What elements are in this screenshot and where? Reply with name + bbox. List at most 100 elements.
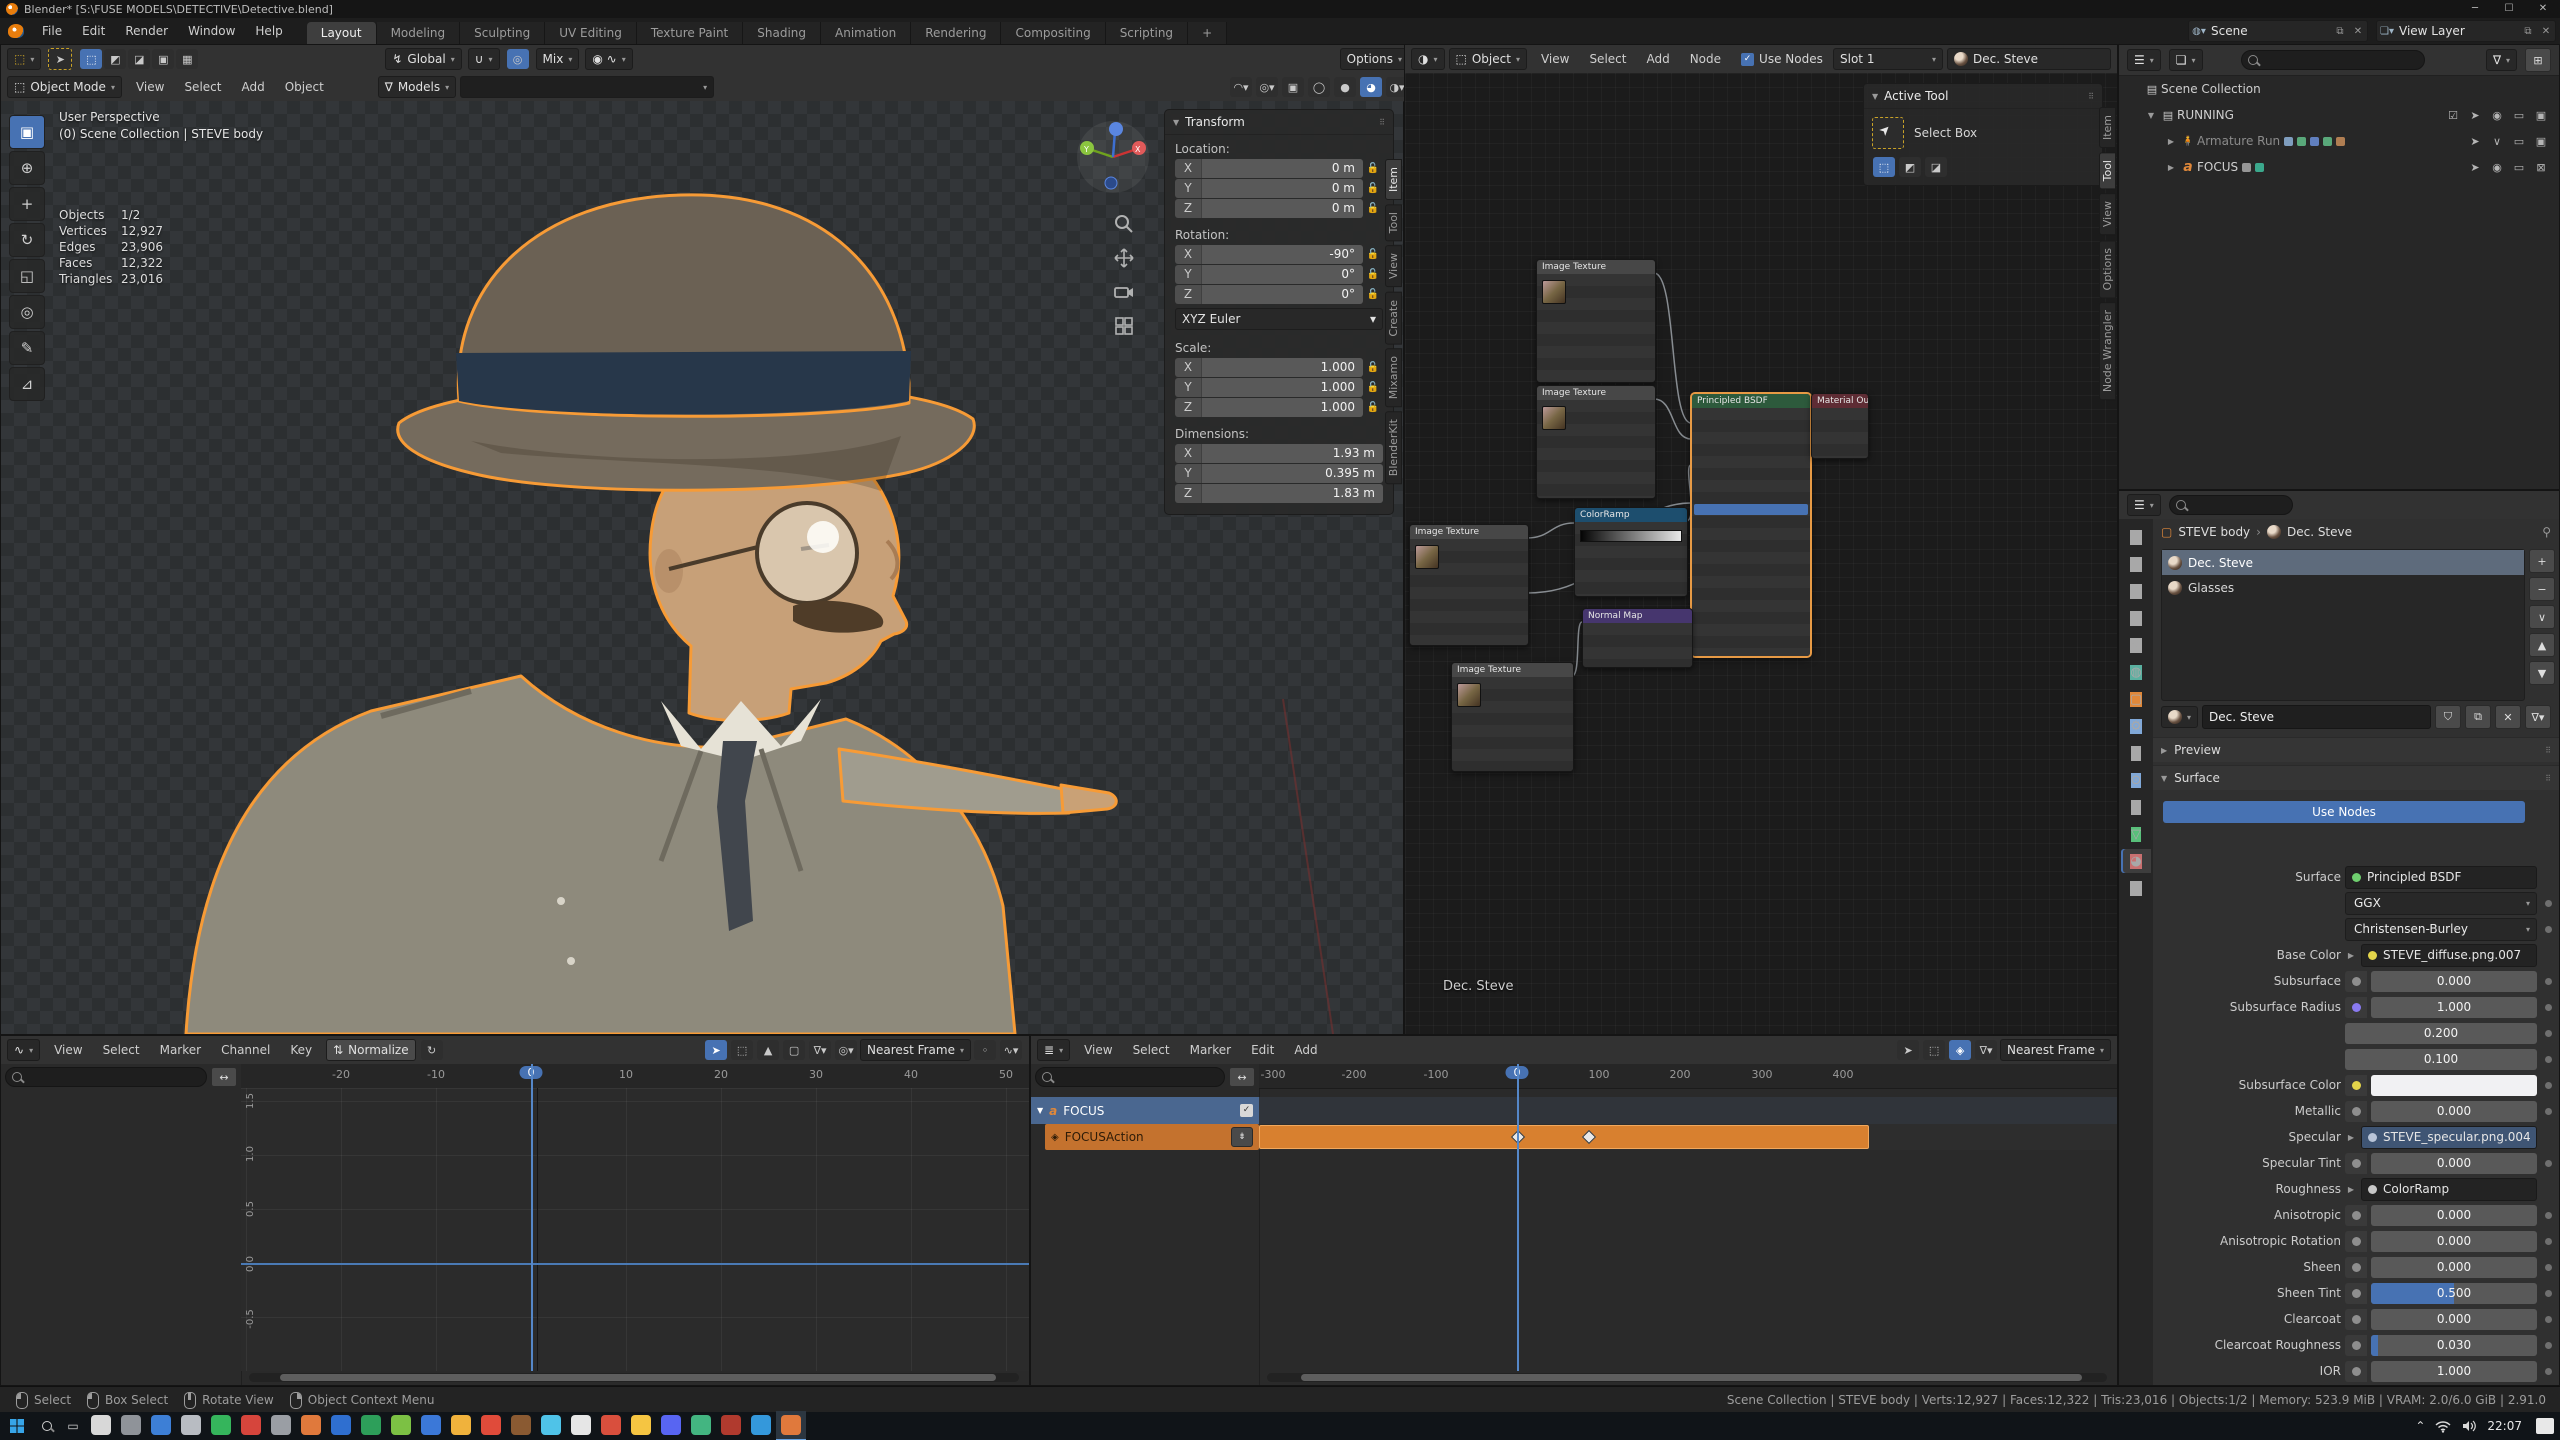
select-mode-new-icon[interactable]: ⬚ bbox=[80, 49, 103, 69]
shader-menu[interactable]: Add bbox=[1636, 48, 1679, 70]
graph-menu[interactable]: Marker bbox=[150, 1039, 211, 1061]
properties-tab-icon[interactable]: ◕ bbox=[2121, 849, 2151, 873]
outliner-toggle-icon[interactable]: ➤ bbox=[2467, 109, 2483, 122]
use-nodes-checkbox[interactable]: ✓ Use Nodes bbox=[1741, 52, 1823, 66]
normalize-button[interactable]: ⇅ Normalize bbox=[326, 1039, 416, 1061]
transform-value-field[interactable]: 0 m bbox=[1202, 199, 1363, 218]
expand-icon[interactable]: ▶ bbox=[2345, 1133, 2357, 1142]
push-down-icon[interactable]: ⇟ bbox=[1231, 1127, 1253, 1147]
unlink-scene-icon[interactable]: ✕ bbox=[2349, 26, 2367, 37]
channel-search[interactable] bbox=[5, 1067, 207, 1087]
taskbar-app-icon[interactable] bbox=[596, 1411, 626, 1440]
shader-node[interactable]: ColorRamp bbox=[1574, 507, 1688, 597]
property-value-field[interactable]: 0.000 ▾ bbox=[2371, 1256, 2537, 1278]
nla-ruler[interactable]: -300-200-1000100200300400 bbox=[1259, 1064, 2117, 1089]
unlock-icon[interactable]: 🔓 bbox=[1363, 289, 1383, 300]
shader-node[interactable]: Image Texture bbox=[1536, 385, 1656, 499]
options-dropdown[interactable]: Options ▾ bbox=[1339, 48, 1409, 70]
graph-menu[interactable]: Select bbox=[93, 1039, 150, 1061]
slot-action-button[interactable]: + bbox=[2529, 549, 2555, 573]
unlock-icon[interactable]: 🔓 bbox=[1363, 163, 1383, 174]
sidebar-tab[interactable]: Node Wrangler bbox=[2099, 301, 2116, 401]
input-socket[interactable] bbox=[2345, 1360, 2367, 1382]
copy-material-icon[interactable]: ⧉ bbox=[2465, 705, 2491, 729]
input-socket[interactable] bbox=[2345, 1204, 2367, 1226]
sidebar-tab[interactable]: BlenderKit bbox=[1385, 411, 1402, 485]
viewport-menu[interactable]: Add bbox=[231, 76, 274, 98]
property-value-field[interactable]: STEVE_diffuse.png.007 ▾ bbox=[2361, 943, 2537, 967]
graph-menu[interactable]: View bbox=[44, 1039, 92, 1061]
shader-menu[interactable]: Node bbox=[1680, 48, 1731, 70]
property-value-field[interactable]: Principled BSDF ▾ bbox=[2345, 865, 2537, 889]
taskbar-app-icon[interactable] bbox=[386, 1411, 416, 1440]
remove-view-layer-icon[interactable]: ✕ bbox=[2537, 26, 2555, 37]
select-cursor-icon[interactable]: ➤ bbox=[705, 1040, 728, 1060]
proportional-edit-icon[interactable]: ◎▾ bbox=[835, 1040, 858, 1060]
properties-tab-icon[interactable]: ▥ bbox=[2121, 579, 2151, 603]
workspace-tab[interactable]: Sculpting bbox=[460, 22, 546, 44]
shader-node[interactable]: Image Texture bbox=[1409, 524, 1529, 646]
properties-tab-icon[interactable]: ⊙ bbox=[2121, 768, 2151, 792]
pivot-icon[interactable]: ◦ bbox=[974, 1040, 996, 1060]
volume-icon[interactable] bbox=[2461, 1419, 2477, 1433]
outliner-row[interactable]: ▶ a FOCUS ➤ ◉ ▭ ⊠ bbox=[2119, 154, 2559, 180]
mode-dropdown[interactable]: ⬚ Object Mode ▾ bbox=[7, 76, 122, 98]
slot-action-button[interactable]: ∨ bbox=[2529, 605, 2555, 629]
transform-value-field[interactable]: 1.000 bbox=[1202, 378, 1363, 397]
collapse-icon[interactable]: ▼ bbox=[1173, 118, 1179, 127]
taskbar-app-icon[interactable] bbox=[446, 1411, 476, 1440]
viewport-tool-icon[interactable]: ⊕ bbox=[9, 151, 45, 185]
workspace-tab[interactable]: Rendering bbox=[911, 22, 1002, 44]
viewport-tool-icon[interactable]: + bbox=[9, 187, 45, 221]
scene-selector[interactable]: ◍▾ Scene ⧉ ✕ bbox=[2188, 20, 2368, 42]
viewport-tool-icon[interactable]: ↻ bbox=[9, 223, 45, 257]
shading-wireframe-icon[interactable]: ◯ bbox=[1308, 77, 1330, 97]
taskbar-app-icon[interactable] bbox=[536, 1411, 566, 1440]
nla-strip-lane[interactable] bbox=[1259, 1124, 2117, 1150]
select-box-tool-icon[interactable]: ➤ bbox=[48, 48, 73, 70]
unlock-icon[interactable]: 🔓 bbox=[1363, 183, 1383, 194]
unlock-icon[interactable]: 🔓 bbox=[1363, 269, 1383, 280]
viewport-menu[interactable]: Select bbox=[174, 76, 231, 98]
taskbar-app-icon[interactable] bbox=[716, 1411, 746, 1440]
nla-menu[interactable]: Select bbox=[1123, 1039, 1180, 1061]
taskbar-app-icon[interactable] bbox=[566, 1411, 596, 1440]
viewport-tool-icon[interactable]: ⊿ bbox=[9, 367, 45, 401]
nla-track-focus[interactable]: ▼ a FOCUS ✓ bbox=[1031, 1097, 1259, 1124]
box-select-icon[interactable]: ⬚ bbox=[1923, 1040, 1946, 1060]
nla-action-strip[interactable] bbox=[1259, 1125, 1869, 1149]
expand-channels-icon[interactable]: ↔ bbox=[1229, 1067, 1255, 1087]
input-socket[interactable] bbox=[2345, 1282, 2367, 1304]
property-value-field[interactable]: ColorRamp ▾ bbox=[2361, 1177, 2537, 1201]
outliner-toggle-icon[interactable]: ▣ bbox=[2533, 109, 2549, 122]
expand-channels-icon[interactable]: ↔ bbox=[211, 1067, 237, 1087]
transform-value-field[interactable]: 1.000 bbox=[1202, 358, 1363, 377]
animate-decorator[interactable] bbox=[2541, 1003, 2555, 1011]
sidebar-tab[interactable]: Create bbox=[1385, 291, 1402, 345]
preview-panel-header[interactable]: ▶ Preview ⠿ bbox=[2153, 737, 2559, 762]
workspace-tab[interactable]: Texture Paint bbox=[636, 22, 744, 44]
taskbar-clock[interactable]: 22:07 bbox=[2487, 1419, 2522, 1433]
property-value-field[interactable]: GGX ▾ bbox=[2345, 891, 2537, 915]
animate-decorator[interactable] bbox=[2541, 925, 2555, 933]
outliner-toggle-icon[interactable]: ⊠ bbox=[2533, 161, 2549, 174]
property-value-field[interactable]: 0.000 ▾ bbox=[2371, 970, 2537, 992]
properties-tab-icon[interactable]: ⊞ bbox=[2121, 795, 2151, 819]
property-value-field[interactable]: 0.000 ▾ bbox=[2371, 1230, 2537, 1252]
outliner-toggle-icon[interactable]: ▭ bbox=[2511, 109, 2527, 122]
sidebar-tab[interactable]: View bbox=[1385, 245, 1402, 288]
transform-value-field[interactable]: 1.000 bbox=[1202, 398, 1363, 417]
falloff-dropdown[interactable]: ◉ ∿ ▾ bbox=[585, 48, 633, 70]
animate-decorator[interactable] bbox=[2541, 977, 2555, 985]
surface-panel-header[interactable]: ▼ Surface ⠿ bbox=[2153, 765, 2559, 790]
sidebar-tab[interactable]: Item bbox=[1385, 159, 1402, 201]
start-button[interactable] bbox=[0, 1412, 34, 1440]
menubar-item[interactable]: Edit bbox=[72, 20, 115, 42]
horizontal-scrollbar[interactable] bbox=[1267, 1373, 2107, 1382]
proportional-edit-icon[interactable]: ◎ bbox=[506, 49, 529, 69]
outliner-toggle-icon[interactable]: ➤ bbox=[2467, 135, 2483, 148]
graph-menu[interactable]: Channel bbox=[211, 1039, 280, 1061]
expand-icon[interactable]: ▶ bbox=[2345, 1185, 2357, 1194]
expander-icon[interactable]: ▼ bbox=[2143, 111, 2159, 120]
filter-icon[interactable]: ∇▾ bbox=[1975, 1040, 1998, 1060]
